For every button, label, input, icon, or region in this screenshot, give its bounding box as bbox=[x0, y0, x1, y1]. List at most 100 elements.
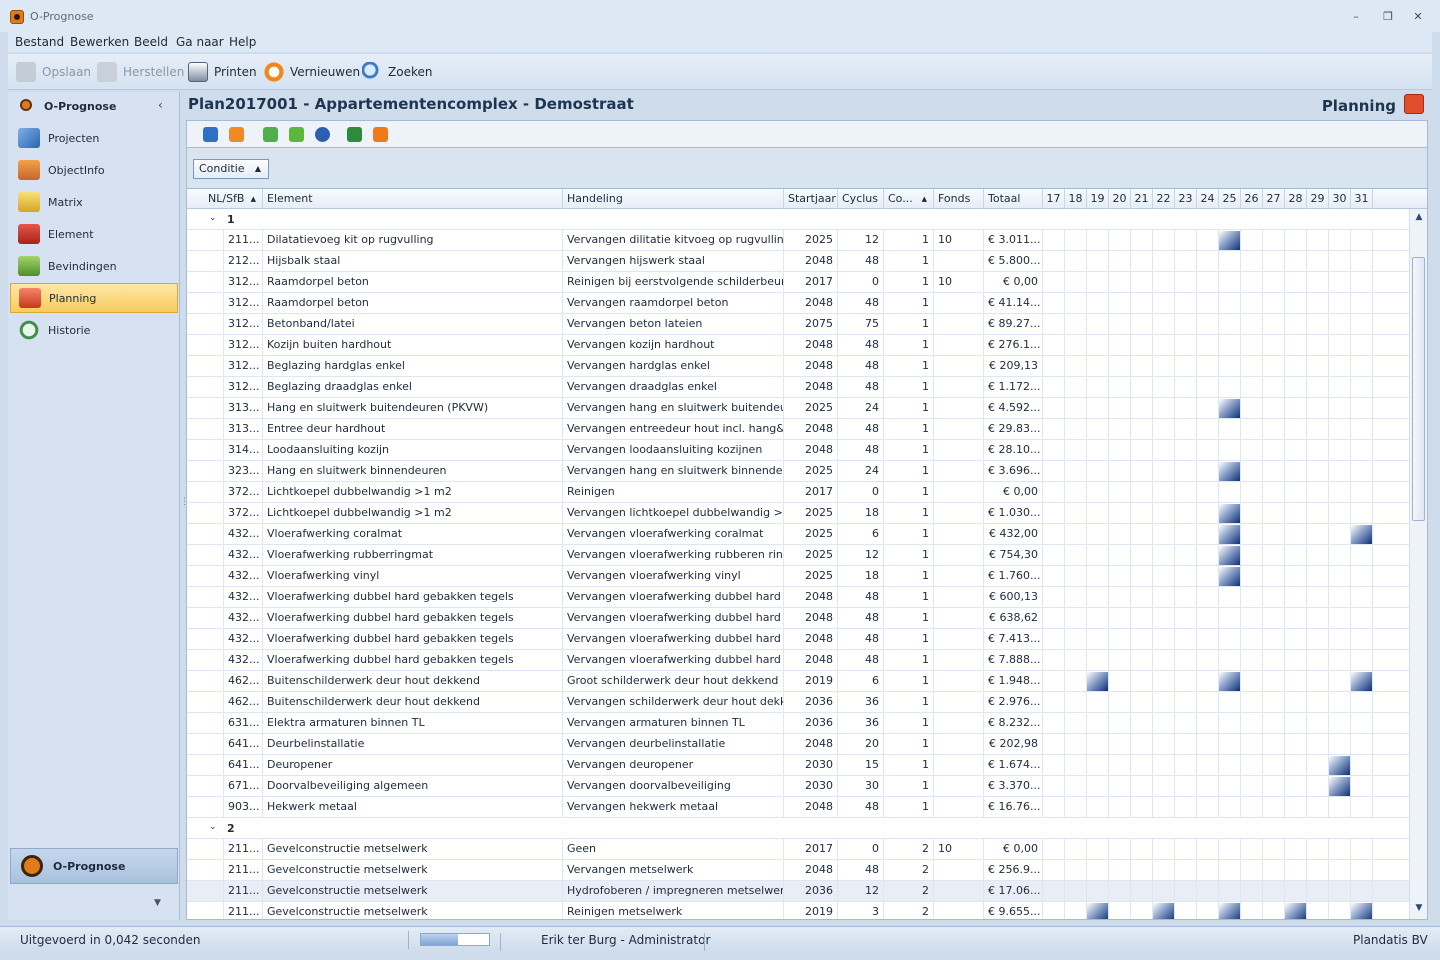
year-cell[interactable] bbox=[1043, 566, 1065, 587]
year-cell[interactable] bbox=[1131, 587, 1153, 608]
cell-handeling[interactable]: Vervangen vloerafwerking rubberen ringma… bbox=[563, 545, 784, 566]
cell-fonds[interactable]: 10 bbox=[934, 230, 984, 251]
year-cell[interactable] bbox=[1329, 230, 1351, 251]
cell-startjaar[interactable]: 2025 bbox=[784, 230, 838, 251]
year-cell[interactable] bbox=[1285, 251, 1307, 272]
year-cell[interactable] bbox=[1197, 713, 1219, 734]
year-cell[interactable] bbox=[1065, 461, 1087, 482]
cell-handeling[interactable]: Reinigen bbox=[563, 482, 784, 503]
year-cell[interactable] bbox=[1131, 860, 1153, 881]
year-cell[interactable] bbox=[1219, 398, 1241, 419]
cell-element[interactable]: Raamdorpel beton bbox=[263, 293, 563, 314]
year-cell[interactable] bbox=[1241, 377, 1263, 398]
year-cell[interactable] bbox=[1043, 629, 1065, 650]
cell-fonds[interactable] bbox=[934, 419, 984, 440]
year-cell[interactable] bbox=[1153, 314, 1175, 335]
year-cell[interactable] bbox=[1241, 797, 1263, 818]
row-indicator[interactable] bbox=[187, 524, 224, 545]
cell-element[interactable]: Dilatatievoeg kit op rugvulling bbox=[263, 230, 563, 251]
year-cell[interactable] bbox=[1175, 293, 1197, 314]
header-year[interactable]: 30 bbox=[1329, 189, 1351, 209]
planned-activity-marker[interactable] bbox=[1087, 672, 1108, 691]
year-cell[interactable] bbox=[1109, 272, 1131, 293]
cell-fonds[interactable] bbox=[934, 713, 984, 734]
year-cell[interactable] bbox=[1307, 356, 1329, 377]
cell-startjaar[interactable]: 2030 bbox=[784, 755, 838, 776]
cell-fonds[interactable] bbox=[934, 797, 984, 818]
o-prognose-module-button[interactable]: O-Prognose bbox=[10, 848, 178, 884]
year-cell[interactable] bbox=[1175, 545, 1197, 566]
cell-conditie[interactable]: 1 bbox=[884, 755, 934, 776]
year-cell[interactable] bbox=[1307, 524, 1329, 545]
year-cell[interactable] bbox=[1109, 629, 1131, 650]
cell-totaal[interactable]: € 432,00 bbox=[984, 524, 1043, 545]
cell-nlsfb[interactable]: 211... bbox=[224, 230, 263, 251]
year-cell[interactable] bbox=[1065, 356, 1087, 377]
year-cell[interactable] bbox=[1109, 461, 1131, 482]
year-cell[interactable] bbox=[1241, 860, 1263, 881]
year-cell[interactable] bbox=[1131, 503, 1153, 524]
cell-conditie[interactable]: 2 bbox=[884, 902, 934, 919]
year-cell[interactable] bbox=[1043, 293, 1065, 314]
cell-startjaar[interactable]: 2048 bbox=[784, 860, 838, 881]
year-cell[interactable] bbox=[1197, 503, 1219, 524]
year-cell[interactable] bbox=[1109, 692, 1131, 713]
cell-handeling[interactable]: Vervangen deuropener bbox=[563, 755, 784, 776]
planned-activity-marker[interactable] bbox=[1219, 504, 1240, 523]
year-cell[interactable] bbox=[1285, 713, 1307, 734]
table-row[interactable]: 212... Hijsbalk staal Vervangen hijswerk s… bbox=[187, 251, 1411, 272]
year-cell[interactable] bbox=[1153, 713, 1175, 734]
cell-nlsfb[interactable]: 312... bbox=[224, 293, 263, 314]
year-cell[interactable] bbox=[1351, 524, 1373, 545]
cell-handeling[interactable]: Vervangen vloerafwerking coralmat bbox=[563, 524, 784, 545]
panel-splitter[interactable]: ⋮ bbox=[180, 498, 189, 516]
group-row[interactable]: ⌄ 2 bbox=[187, 818, 1411, 839]
year-cell[interactable] bbox=[1197, 902, 1219, 919]
year-cell[interactable] bbox=[1285, 545, 1307, 566]
year-cell[interactable] bbox=[1263, 230, 1285, 251]
year-cell[interactable] bbox=[1131, 902, 1153, 919]
year-cell[interactable] bbox=[1197, 776, 1219, 797]
cell-handeling[interactable]: Reinigen bij eerstvolgende schilderbeurt bbox=[563, 272, 784, 293]
cell-element[interactable]: Gevelconstructie metselwerk bbox=[263, 881, 563, 902]
year-cell[interactable] bbox=[1043, 671, 1065, 692]
cell-totaal[interactable]: € 41.14... bbox=[984, 293, 1043, 314]
year-cell[interactable] bbox=[1285, 902, 1307, 919]
cell-startjaar[interactable]: 2017 bbox=[784, 839, 838, 860]
cell-element[interactable]: Vloerafwerking rubberringmat bbox=[263, 545, 563, 566]
year-cell[interactable] bbox=[1175, 734, 1197, 755]
year-cell[interactable] bbox=[1043, 545, 1065, 566]
cell-nlsfb[interactable]: 211... bbox=[224, 881, 263, 902]
year-cell[interactable] bbox=[1351, 293, 1373, 314]
header-year[interactable]: 19 bbox=[1087, 189, 1109, 209]
year-cell[interactable] bbox=[1131, 881, 1153, 902]
cell-handeling[interactable]: Vervangen vloerafwerking dubbel hard g..… bbox=[563, 629, 784, 650]
row-indicator[interactable] bbox=[187, 377, 224, 398]
table-row[interactable]: 462... Buitenschilderwerk deur hout dekke… bbox=[187, 692, 1411, 713]
year-cell[interactable] bbox=[1065, 650, 1087, 671]
cell-totaal[interactable]: € 0,00 bbox=[984, 839, 1043, 860]
cell-conditie[interactable]: 1 bbox=[884, 608, 934, 629]
cell-nlsfb[interactable]: 631... bbox=[224, 713, 263, 734]
sidebar-overflow-chevron-icon[interactable]: ▼ bbox=[154, 898, 161, 908]
year-cell[interactable] bbox=[1109, 524, 1131, 545]
year-cell[interactable] bbox=[1197, 335, 1219, 356]
year-cell[interactable] bbox=[1043, 755, 1065, 776]
year-cell[interactable] bbox=[1087, 650, 1109, 671]
year-cell[interactable] bbox=[1131, 377, 1153, 398]
year-cell[interactable] bbox=[1329, 419, 1351, 440]
year-cell[interactable] bbox=[1197, 566, 1219, 587]
year-cell[interactable] bbox=[1197, 377, 1219, 398]
year-cell[interactable] bbox=[1285, 314, 1307, 335]
year-cell[interactable] bbox=[1285, 230, 1307, 251]
year-cell[interactable] bbox=[1219, 797, 1241, 818]
year-cell[interactable] bbox=[1263, 902, 1285, 919]
cell-nlsfb[interactable]: 432... bbox=[224, 608, 263, 629]
year-cell[interactable] bbox=[1043, 881, 1065, 902]
table-row[interactable]: 462... Buitenschilderwerk deur hout dekke… bbox=[187, 671, 1411, 692]
row-indicator[interactable] bbox=[187, 650, 224, 671]
planned-activity-marker[interactable] bbox=[1351, 525, 1372, 544]
year-cell[interactable] bbox=[1241, 461, 1263, 482]
year-cell[interactable] bbox=[1131, 230, 1153, 251]
cell-totaal[interactable]: € 8.232... bbox=[984, 713, 1043, 734]
